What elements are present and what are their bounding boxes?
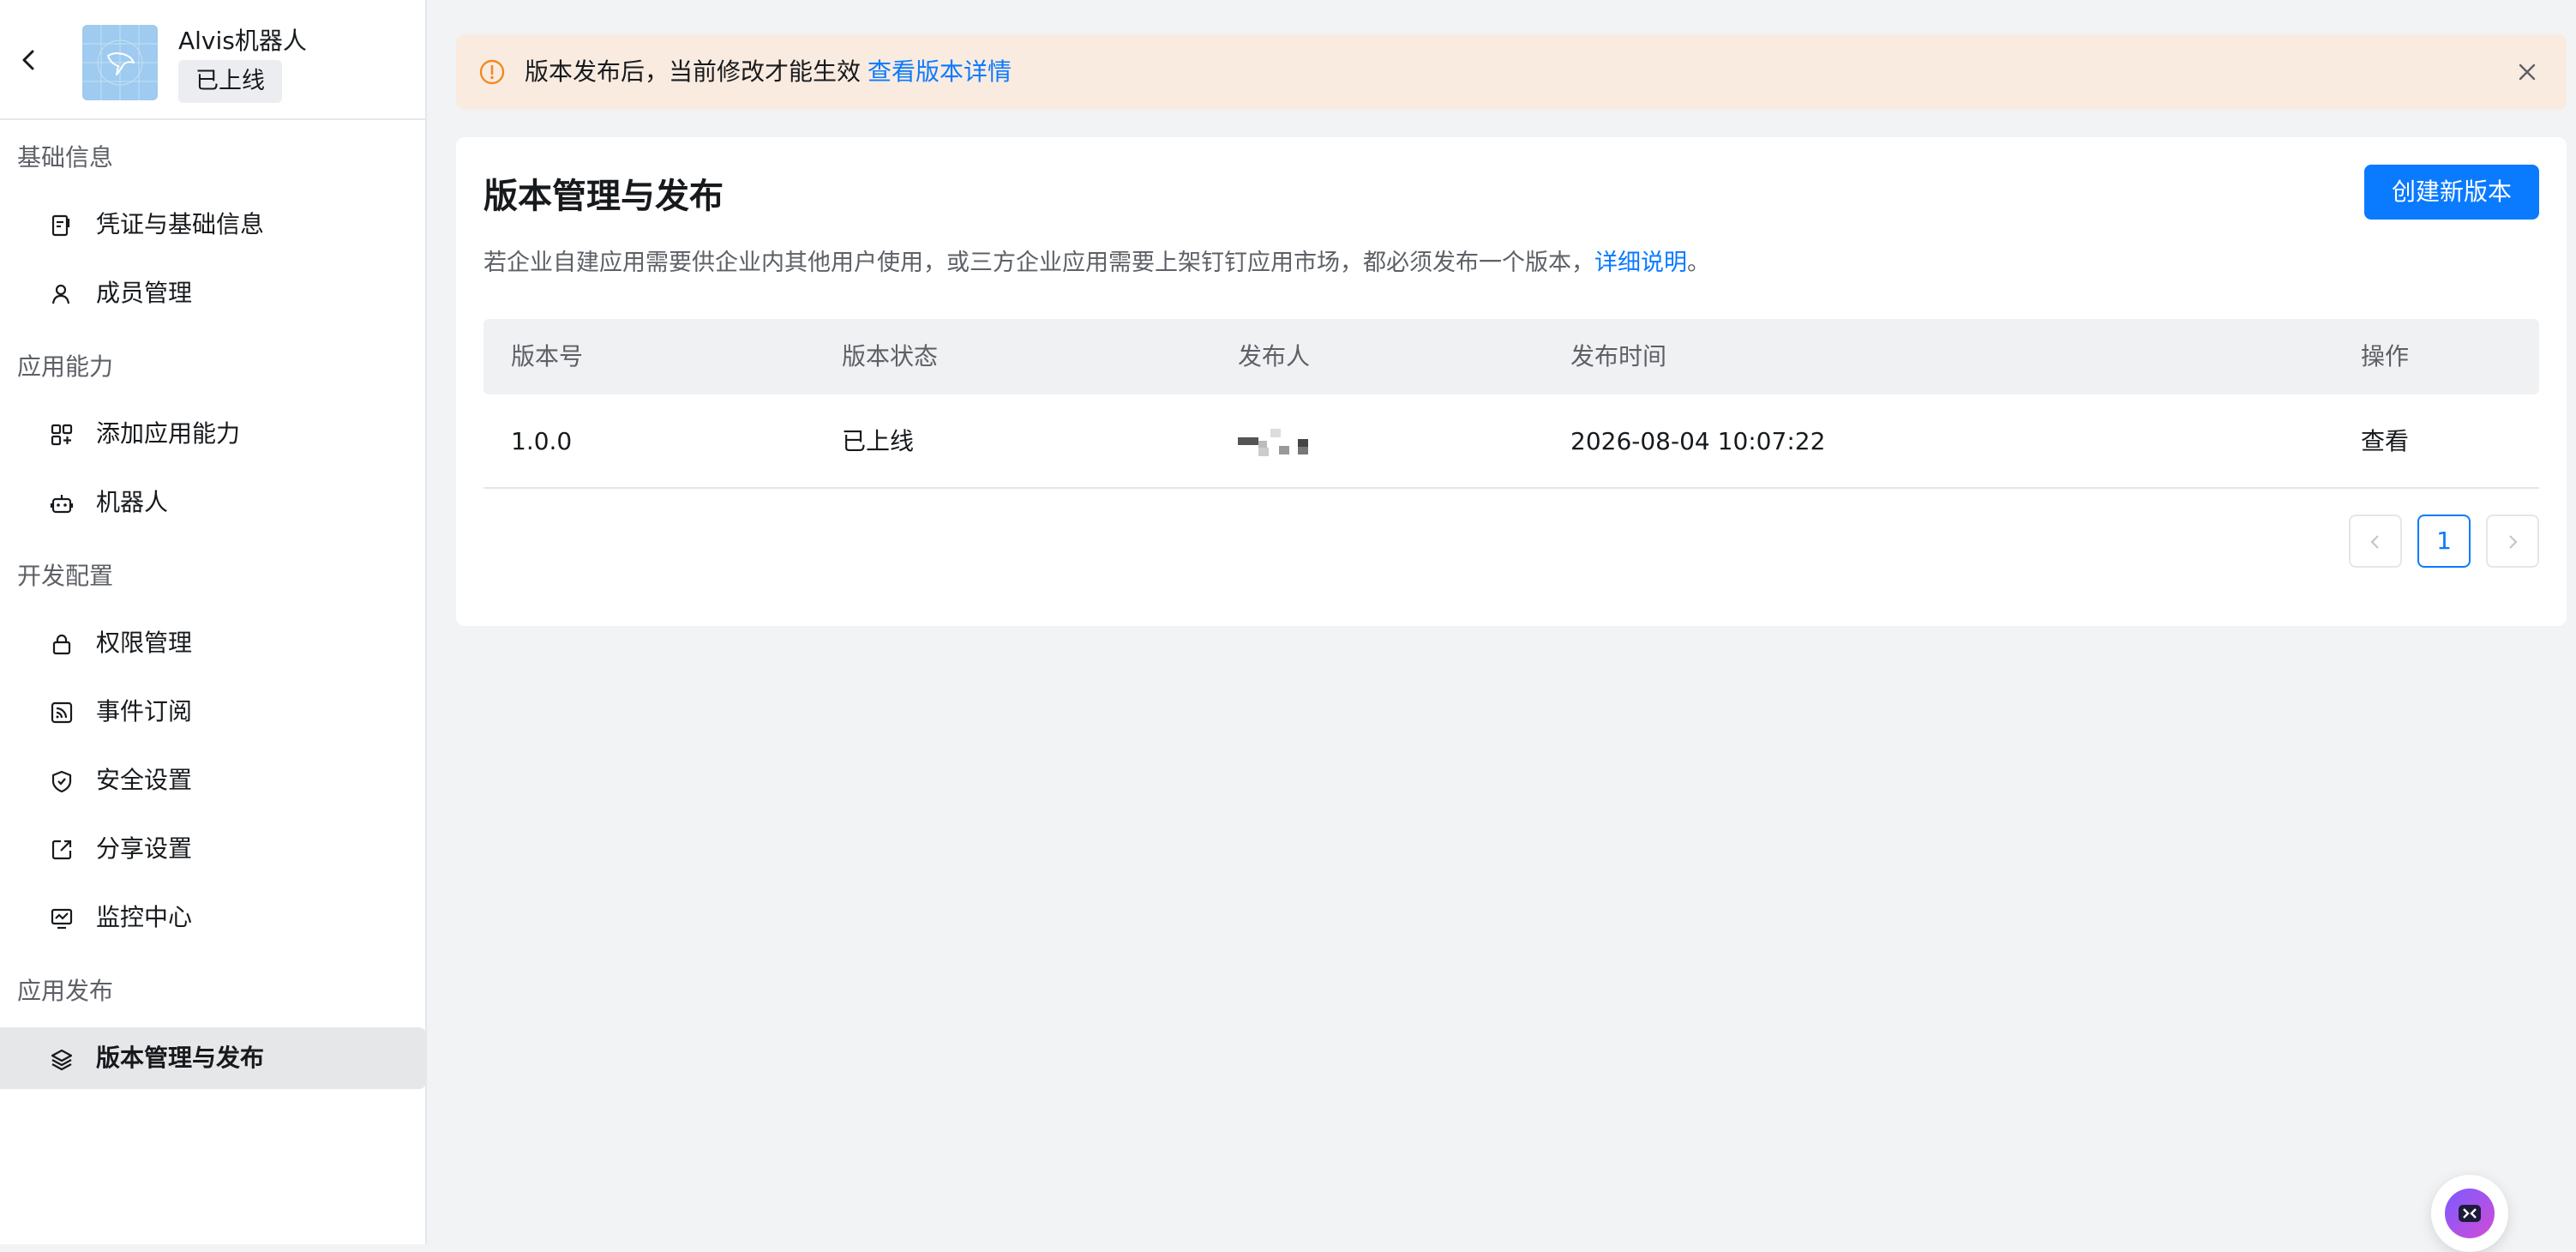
header-action: 操作 [2361, 342, 2410, 370]
view-link[interactable]: 查看 [2361, 394, 2409, 489]
description: 若企业自建应用需要供企业内其他用户使用，或三方企业应用需要上架钉钉应用市场，都必… [483, 244, 1710, 277]
version-table: 版本号 版本状态 发布人 发布时间 操作 1.0.0 已上线 2026-08-0… [483, 319, 2539, 489]
description-end: 。 [1687, 250, 1710, 276]
sidebar-item-events[interactable]: 事件订阅 [0, 681, 425, 743]
sidebar-item-label: 成员管理 [96, 279, 193, 307]
next-page-button[interactable] [2486, 515, 2539, 568]
sidebar-item-robot[interactable]: 机器人 [0, 472, 425, 533]
table-row: 1.0.0 已上线 2026-08-04 10:07:22 查看 [483, 394, 2539, 489]
publisher-avatar-mosaic [1238, 427, 1315, 456]
sidebar-item-label: 版本管理与发布 [96, 1044, 265, 1072]
group-title-capability: 应用能力 [17, 352, 114, 381]
app-logo [82, 25, 158, 100]
shield-icon [50, 769, 74, 793]
robot-icon [50, 491, 74, 515]
rss-icon [50, 701, 74, 725]
cell-version: 1.0.0 [511, 427, 573, 455]
share-icon [50, 838, 74, 862]
view-version-details-link[interactable]: 查看版本详情 [868, 57, 1012, 86]
chevron-right-icon [2509, 535, 2518, 549]
apps-add-icon [50, 423, 74, 447]
sidebar-item-label: 事件订阅 [96, 697, 193, 725]
sidebar-item-credentials[interactable]: 凭证与基础信息 [0, 194, 425, 256]
monitor-icon [50, 906, 74, 930]
sidebar-item-members[interactable]: 成员管理 [0, 262, 425, 324]
sidebar-item-add-capability[interactable]: 添加应用能力 [0, 403, 425, 465]
warning-icon [478, 58, 506, 86]
status-badge: 已上线 [178, 60, 282, 103]
header-time: 发布时间 [1570, 342, 1667, 370]
page-current[interactable]: 1 [2417, 515, 2471, 568]
credential-icon [50, 214, 74, 238]
publish-alert: 版本发布后，当前修改才能生效 查看版本详情 [456, 34, 2567, 110]
app-header: Alvis机器人 已上线 [0, 0, 425, 120]
alert-message: 版本发布后，当前修改才能生效 查看版本详情 [525, 34, 1012, 110]
page-title: 版本管理与发布 [483, 177, 724, 216]
alert-text: 版本发布后，当前修改才能生效 [525, 57, 862, 86]
group-title-dev-config: 开发配置 [17, 562, 114, 590]
close-icon[interactable] [2513, 58, 2541, 86]
table-header: 版本号 版本状态 发布人 发布时间 操作 [483, 319, 2539, 394]
group-title-publish: 应用发布 [17, 977, 114, 1005]
assistant-button[interactable] [2431, 1175, 2508, 1252]
layers-icon [50, 1047, 74, 1071]
sidebar-item-label: 分享设置 [96, 834, 193, 863]
sidebar-item-label: 安全设置 [96, 766, 193, 794]
prev-page-button[interactable] [2349, 515, 2402, 568]
sidebar-item-label: 监控中心 [96, 903, 193, 931]
header-status: 版本状态 [842, 342, 939, 370]
description-text: 若企业自建应用需要供企业内其他用户使用，或三方企业应用需要上架钉钉应用市场，都必… [483, 250, 1594, 276]
assistant-icon [2445, 1189, 2495, 1238]
sidebar-item-monitor[interactable]: 监控中心 [0, 887, 425, 948]
sidebar-item-label: 凭证与基础信息 [96, 210, 265, 238]
version-card: 版本管理与发布 创建新版本 若企业自建应用需要供企业内其他用户使用，或三方企业应… [456, 137, 2567, 626]
sidebar: Alvis机器人 已上线 基础信息 凭证与基础信息 成员管理 应用能力 添加应用… [0, 0, 427, 1244]
app-name: Alvis机器人 [178, 27, 307, 55]
sidebar-item-permissions[interactable]: 权限管理 [0, 612, 425, 674]
sidebar-item-version-management[interactable]: 版本管理与发布 [0, 1027, 427, 1089]
sidebar-item-label: 权限管理 [96, 629, 193, 657]
sidebar-item-label: 机器人 [96, 488, 169, 516]
header-publisher: 发布人 [1238, 342, 1311, 370]
create-version-button[interactable]: 创建新版本 [2363, 165, 2539, 220]
sidebar-item-label: 添加应用能力 [96, 419, 241, 448]
lock-icon [50, 632, 74, 656]
group-title-basic: 基础信息 [17, 143, 114, 172]
sidebar-item-security[interactable]: 安全设置 [0, 749, 425, 811]
details-link[interactable]: 详细说明 [1594, 250, 1687, 276]
chevron-left-icon [2370, 535, 2379, 549]
sidebar-item-share[interactable]: 分享设置 [0, 818, 425, 880]
cell-time: 2026-08-04 10:07:22 [1570, 427, 1826, 455]
header-version: 版本号 [511, 342, 584, 370]
cell-status: 已上线 [842, 427, 915, 455]
back-arrow-icon[interactable] [12, 43, 46, 77]
user-icon [50, 282, 74, 306]
